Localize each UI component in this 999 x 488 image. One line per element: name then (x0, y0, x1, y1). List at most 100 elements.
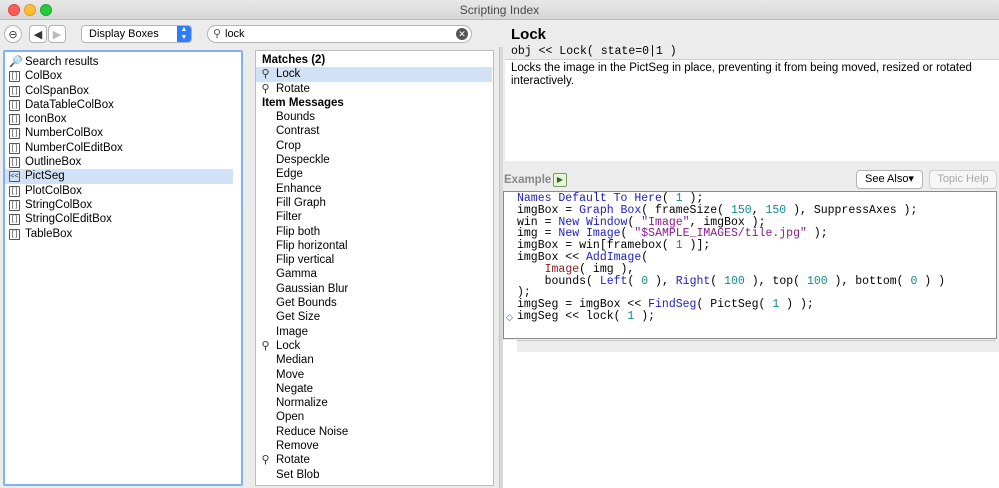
message-item[interactable]: Gamma (256, 267, 493, 281)
collapse-button[interactable]: ⊖ (4, 25, 22, 43)
message-item-label: Flip both (276, 225, 321, 238)
list-item-label: NumberColBox (25, 127, 103, 140)
example-code-editor[interactable]: ◇ Names Default To Here( 1 ); imgBox = Gr… (503, 191, 997, 339)
message-item-label: Flip horizontal (276, 239, 348, 252)
message-item[interactable]: Fill Graph (256, 196, 493, 210)
box-icon: [ ] (9, 114, 20, 126)
message-item[interactable]: Median (256, 353, 493, 367)
list-item[interactable]: [ ] PlotColBox (5, 184, 241, 198)
list-item-label: ColBox (25, 70, 63, 83)
message-item-label: Normalize (276, 397, 328, 410)
message-item[interactable]: Get Bounds (256, 296, 493, 310)
list-item-label: IconBox (25, 113, 67, 126)
message-item[interactable]: Open (256, 410, 493, 424)
dropdown-arrows-icon: ▲ ▼ (177, 26, 191, 42)
list-item[interactable]: [ ] ColBox (5, 69, 241, 83)
message-item-label: Get Bounds (276, 297, 337, 310)
box-icon: [ ] (9, 128, 20, 140)
list-item-label: ColSpanBox (25, 84, 89, 97)
forward-button[interactable]: ▶ (48, 25, 66, 43)
message-item[interactable]: Enhance (256, 182, 493, 196)
message-list-panel: Matches (2) ⚲ Lock ⚲ Rotate Item Messages Boun… (255, 50, 494, 486)
back-button[interactable]: ◀ (29, 25, 47, 43)
list-item[interactable]: [ ] OutlineBox (5, 155, 241, 169)
matches-header: Matches (2) (262, 54, 326, 66)
list-item[interactable]: [ ] StringColBox (5, 198, 241, 212)
list-item[interactable]: [ ] NumberColEditBox (5, 141, 241, 155)
message-list: Matches (2) ⚲ Lock ⚲ Rotate Item Messages Boun… (256, 51, 493, 482)
message-item-label: Move (276, 368, 305, 381)
list-item[interactable]: [ ] DataTableColBox (5, 98, 241, 112)
message-item[interactable]: Normalize (256, 396, 493, 410)
list-item[interactable]: << PictSeg (5, 169, 233, 184)
clear-search-icon[interactable]: ✕ (456, 28, 468, 40)
list-item-label: PlotColBox (25, 184, 82, 197)
message-item-label: Get Size (276, 311, 321, 324)
message-item[interactable]: Filter (256, 210, 493, 224)
list-item[interactable]: 🔎 Search results (5, 55, 241, 69)
message-item-label: Open (276, 411, 305, 424)
list-item-label: NumberColEditBox (25, 141, 123, 154)
search-field[interactable]: ⚲ ✕ (207, 25, 472, 43)
output-area (503, 352, 999, 488)
box-icon: [ ] (9, 99, 20, 111)
search-icon: ⚲ (261, 82, 270, 95)
message-item[interactable]: Crop (256, 139, 493, 153)
example-code: Names Default To Here( 1 ); imgBox = Grap… (517, 193, 945, 323)
item-messages-header: Item Messages (262, 96, 344, 109)
message-item[interactable]: Flip vertical (256, 253, 493, 267)
message-item-label: Crop (276, 139, 301, 152)
message-item[interactable]: Gaussian Blur (256, 282, 493, 296)
topic-title: Lock (511, 26, 547, 43)
message-item-label: Filter (276, 211, 302, 224)
message-item[interactable]: ⚲ Rotate (256, 453, 493, 467)
message-item-label: Reduce Noise (276, 425, 349, 438)
current-line-marker-icon: ◇ (506, 312, 513, 322)
category-dropdown[interactable]: Display Boxes ▲ ▼ (81, 25, 192, 43)
list-item[interactable]: [ ] NumberColBox (5, 126, 241, 140)
message-item-label: Enhance (276, 182, 322, 195)
run-example-icon[interactable]: ▶ (553, 173, 567, 187)
search-input[interactable] (225, 27, 445, 41)
message-item[interactable]: Contrast (256, 124, 493, 138)
forward-arrow-icon: ▶ (52, 28, 62, 41)
match-item[interactable]: ⚲ Rotate (256, 82, 493, 96)
box-icon: [ ] (9, 142, 20, 154)
horizontal-scrollbar[interactable] (517, 340, 995, 352)
list-item-label: StringColEditBox (25, 213, 112, 226)
message-item[interactable]: Flip both (256, 225, 493, 239)
title-bar: Scripting Index (0, 0, 999, 20)
message-item[interactable]: Edge (256, 167, 493, 181)
message-item[interactable]: ⚲ Lock (256, 339, 493, 353)
message-item[interactable]: Reduce Noise (256, 425, 493, 439)
match-item-label: Rotate (276, 82, 310, 95)
message-item[interactable]: Despeckle (256, 153, 493, 167)
box-icon: [ ] (9, 214, 20, 226)
list-item[interactable]: [ ] ColSpanBox (5, 84, 241, 98)
match-item-label: Lock (276, 68, 301, 81)
message-item-label: Contrast (276, 125, 320, 138)
see-also-button[interactable]: See Also▾ (856, 170, 923, 189)
topic-help-button[interactable]: Topic Help (929, 170, 997, 189)
search-icon: ⚲ (261, 339, 270, 352)
message-item[interactable]: Image (256, 325, 493, 339)
list-item[interactable]: [ ] StringColEditBox (5, 212, 241, 226)
message-item[interactable]: Negate (256, 382, 493, 396)
message-item[interactable]: Remove (256, 439, 493, 453)
list-item-label: OutlineBox (25, 156, 82, 169)
list-item[interactable]: [ ] TableBox (5, 227, 241, 241)
code-line: imgBox << AddImage( (517, 250, 649, 264)
message-item[interactable]: Bounds (256, 110, 493, 124)
message-item[interactable]: Set Blob (256, 468, 493, 482)
message-item-label: Edge (276, 168, 303, 181)
code-line: bounds( Left( 0 ), Right( 100 ), top( 10… (517, 274, 945, 288)
box-icon: [ ] (9, 199, 20, 211)
message-item[interactable]: Move (256, 368, 493, 382)
list-item-label: StringColBox (25, 198, 93, 211)
message-item[interactable]: Flip horizontal (256, 239, 493, 253)
message-item[interactable]: Get Size (256, 310, 493, 324)
message-item-label: Image (276, 325, 308, 338)
match-item[interactable]: ⚲ Lock (256, 67, 492, 82)
list-item[interactable]: [ ] IconBox (5, 112, 241, 126)
list-item-label: PictSeg (25, 170, 65, 183)
